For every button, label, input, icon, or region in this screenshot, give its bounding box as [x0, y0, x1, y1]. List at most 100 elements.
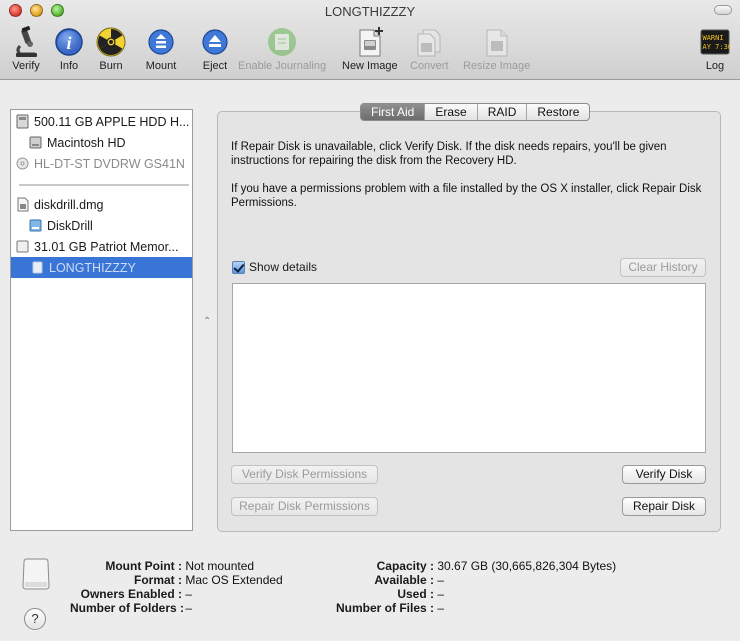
microscope-icon	[10, 26, 42, 58]
owners-enabled-label: Owners Enabled :	[80, 587, 182, 601]
volume-icon	[32, 261, 43, 274]
sidebar-item-patriot-memory[interactable]: 31.01 GB Patriot Memor...	[11, 236, 192, 257]
checkbox-checked-icon[interactable]	[232, 260, 245, 274]
optical-drive-icon	[16, 157, 29, 170]
svg-text:i: i	[66, 33, 71, 53]
sidebar-item-label: LONGTHIZZZY	[49, 260, 136, 275]
new-image-icon	[354, 26, 386, 58]
format-value: Mac OS Extended	[185, 573, 283, 587]
details-log-area[interactable]	[232, 283, 706, 453]
split-handle-icon[interactable]: ⌃	[203, 316, 211, 327]
mounted-image-icon	[29, 219, 42, 232]
sidebar-item-longthizzzy[interactable]: LONGTHIZZZY	[11, 257, 192, 278]
sidebar-item-label: DiskDrill	[47, 218, 93, 233]
disk-utility-window: LONGTHIZZZY Verify i Info Burn Mount Eje…	[0, 0, 740, 641]
mount-point-value: Not mounted	[185, 559, 255, 573]
sidebar-item-label: HL-DT-ST DVDRW GS41N	[34, 156, 185, 171]
mount-toolbar-button[interactable]: Mount	[145, 26, 177, 72]
radiation-burn-icon	[95, 26, 127, 58]
permissions-instructions: If you have a permissions problem with a…	[231, 183, 702, 209]
sidebar-item-macintosh-hd[interactable]: Macintosh HD	[11, 132, 192, 153]
mount-point-label: Mount Point :	[105, 559, 182, 573]
sidebar-item-label: diskdrill.dmg	[34, 197, 104, 212]
log-console-icon: WARNI AY 7:36	[699, 26, 731, 58]
usb-drive-icon	[16, 240, 29, 253]
convert-label: Convert	[410, 60, 449, 72]
capacity-value: 30.67 GB (30,665,826,304 Bytes)	[437, 559, 617, 573]
eject-toolbar-button[interactable]: Eject	[199, 26, 231, 72]
owners-enabled-value: –	[185, 587, 193, 601]
tab-restore[interactable]: Restore	[527, 104, 589, 120]
available-label: Available :	[374, 573, 434, 587]
number-of-folders-value: –	[185, 601, 193, 615]
sidebar-item-label: Macintosh HD	[47, 135, 126, 150]
convert-toolbar-button[interactable]: Convert	[410, 26, 449, 72]
capacity-row: Capacity : 30.67 GB (30,665,826,304 Byte…	[330, 559, 617, 573]
available-row: Available : –	[330, 573, 444, 587]
number-of-files-value: –	[437, 601, 445, 615]
number-of-folders-label: Number of Folders :	[70, 601, 185, 615]
new-image-label: New Image	[342, 60, 398, 72]
resize-image-label: Resize Image	[463, 60, 531, 72]
format-row: Format : Mac OS Extended	[70, 573, 283, 587]
repair-disk-permissions-button[interactable]: Repair Disk Permissions	[231, 497, 378, 516]
capacity-label: Capacity :	[376, 559, 434, 573]
resize-image-toolbar-button[interactable]: Resize Image	[463, 26, 530, 72]
clear-history-button[interactable]: Clear History	[620, 258, 706, 277]
mount-label: Mount	[145, 60, 177, 72]
show-details-checkbox[interactable]: Show details	[232, 260, 317, 274]
enable-journaling-toolbar-button[interactable]: Enable Journaling	[238, 26, 326, 72]
verify-toolbar-button[interactable]: Verify	[10, 26, 42, 72]
toolbar-toggle-button[interactable]	[714, 5, 732, 15]
log-toolbar-button[interactable]: WARNI AY 7:36 Log	[699, 26, 731, 72]
mount-point-row: Mount Point : Not mounted	[70, 559, 254, 573]
verify-label: Verify	[12, 60, 40, 72]
mount-icon	[145, 26, 177, 58]
hard-disk-icon	[16, 114, 29, 129]
info-label: Info	[59, 60, 79, 72]
sidebar-item-diskdrill-dmg[interactable]: diskdrill.dmg	[11, 194, 192, 215]
sidebar-item-apple-hdd[interactable]: 500.11 GB APPLE HDD H...	[11, 111, 192, 132]
owners-enabled-row: Owners Enabled : –	[70, 587, 192, 601]
available-value: –	[437, 573, 445, 587]
info-toolbar-button[interactable]: i Info	[53, 26, 85, 72]
number-of-files-row: Number of Files : –	[330, 601, 444, 615]
info-icon: i	[53, 26, 85, 58]
volume-icon	[29, 136, 42, 149]
number-of-files-label: Number of Files :	[335, 601, 434, 615]
burn-label: Burn	[99, 60, 123, 72]
sidebar-item-diskdrill[interactable]: DiskDrill	[11, 215, 192, 236]
verify-disk-button[interactable]: Verify Disk	[622, 465, 706, 484]
new-image-toolbar-button[interactable]: New Image	[342, 26, 398, 72]
used-row: Used : –	[330, 587, 444, 601]
svg-text:WARNI: WARNI	[703, 34, 724, 42]
repair-disk-instructions: If Repair Disk is unavailable, click Ver…	[231, 141, 667, 167]
verify-disk-permissions-button[interactable]: Verify Disk Permissions	[231, 465, 378, 484]
disk-image-icon	[17, 197, 29, 212]
number-of-folders-row: Number of Folders : –	[70, 601, 192, 615]
repair-disk-button[interactable]: Repair Disk	[622, 497, 706, 516]
svg-text:AY 7:36: AY 7:36	[703, 43, 731, 51]
disk-sidebar[interactable]: 500.11 GB APPLE HDD H... Macintosh HD HL…	[10, 109, 193, 531]
used-value: –	[437, 587, 445, 601]
log-label: Log	[705, 60, 725, 72]
sidebar-item-label: 31.01 GB Patriot Memor...	[34, 239, 179, 254]
journal-icon	[266, 26, 298, 58]
resize-image-icon	[481, 26, 513, 58]
tab-erase[interactable]: Erase	[425, 104, 478, 120]
help-button[interactable]: ?	[24, 608, 46, 630]
show-details-label: Show details	[249, 260, 318, 274]
tab-first-aid[interactable]: First Aid	[361, 104, 426, 120]
burn-toolbar-button[interactable]: Burn	[95, 26, 127, 72]
format-label: Format :	[134, 573, 182, 587]
sidebar-item-label: 500.11 GB APPLE HDD H...	[34, 114, 190, 129]
tab-raid[interactable]: RAID	[478, 104, 528, 120]
eject-label: Eject	[202, 60, 228, 72]
window-title: LONGTHIZZZY	[324, 4, 416, 19]
sidebar-divider	[19, 184, 189, 186]
enable-journaling-label: Enable Journaling	[238, 60, 327, 72]
eject-icon	[199, 26, 231, 58]
tab-bar: First Aid Erase RAID Restore	[360, 103, 591, 121]
sidebar-item-dvd-drive[interactable]: HL-DT-ST DVDRW GS41N	[11, 153, 192, 174]
selected-volume-icon	[22, 558, 50, 590]
